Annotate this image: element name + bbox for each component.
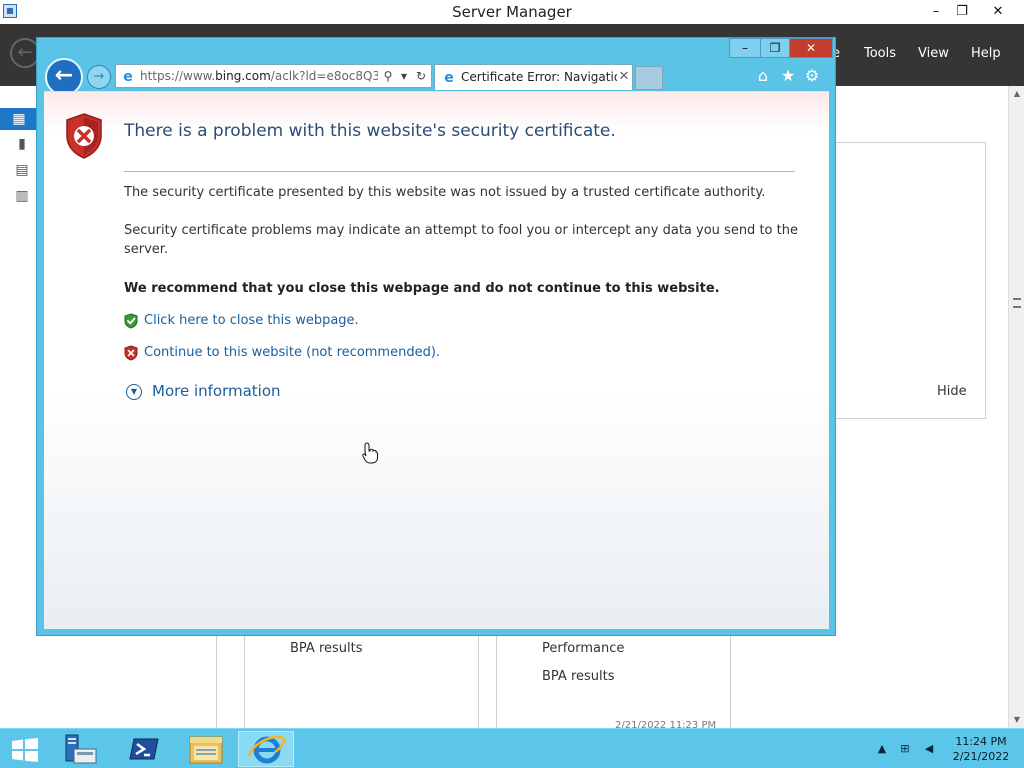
tab-certificate-error[interactable]: e Certificate Error: Navigation... ✕ bbox=[434, 64, 633, 90]
tab-label: Certificate Error: Navigation... bbox=[461, 70, 617, 84]
internet-explorer-icon bbox=[247, 735, 286, 764]
recommendation-text: We recommend that you close this webpage… bbox=[124, 281, 720, 296]
volume-muted-icon[interactable]: ◀ bbox=[921, 741, 937, 757]
system-clock[interactable]: 11:24 PM 2/21/2022 bbox=[952, 734, 1010, 764]
scroll-thumb[interactable] bbox=[1013, 298, 1021, 308]
ie-window: – ❐ ✕ ← → e https://www.bing.com/aclk?ld… bbox=[36, 37, 836, 636]
vertical-scrollbar[interactable]: ▲ ▼ bbox=[1008, 86, 1024, 728]
more-information-text[interactable]: More information bbox=[152, 382, 281, 400]
close-webpage-link[interactable]: Click here to close this webpage. bbox=[124, 312, 384, 332]
taskbar: ▲ ⊞ ◀ 11:24 PM 2/21/2022 bbox=[0, 728, 1024, 768]
explanation-text: The security certificate presented by th… bbox=[124, 185, 766, 200]
home-icon[interactable]: ⌂ bbox=[753, 66, 773, 86]
file-explorer-icon bbox=[189, 736, 223, 764]
warning-text: Security certificate problems may indica… bbox=[124, 223, 798, 257]
local-server-icon[interactable]: ▮ bbox=[12, 136, 32, 154]
address-dropdown-icon[interactable]: ▾ bbox=[396, 68, 412, 84]
file-explorer-taskbar-button[interactable] bbox=[178, 731, 234, 767]
site-favicon-icon: e bbox=[123, 69, 133, 85]
clock-date: 2/21/2022 bbox=[952, 750, 1010, 763]
server-manager-nav: ▦ ▮ ▤ ▥ bbox=[0, 86, 38, 728]
scroll-down-arrow[interactable]: ▼ bbox=[1009, 712, 1024, 728]
favorites-star-icon[interactable]: ★ bbox=[778, 66, 798, 86]
show-hidden-icons-icon[interactable]: ▲ bbox=[874, 741, 890, 757]
tab-favicon-icon: e bbox=[444, 70, 454, 86]
file-storage-icon[interactable]: ▥ bbox=[12, 188, 32, 206]
expand-chevron-icon: ▼ bbox=[126, 384, 142, 400]
tab-close-icon[interactable]: ✕ bbox=[617, 69, 631, 85]
refresh-icon[interactable]: ↻ bbox=[413, 68, 429, 84]
welcome-tile: Hide bbox=[834, 142, 986, 419]
windows-start-icon[interactable] bbox=[11, 738, 39, 762]
red-shield-x-icon bbox=[66, 113, 102, 159]
divider bbox=[216, 634, 217, 728]
green-shield-check-icon bbox=[124, 313, 138, 329]
server-manager-taskbar-button[interactable] bbox=[52, 731, 108, 767]
address-bar[interactable]: e https://www.bing.com/aclk?ld=e8oc8Q3H2… bbox=[115, 64, 432, 88]
server-tile-left: BPA results bbox=[244, 634, 479, 734]
url-text[interactable]: https://www.bing.com/aclk?ld=e8oc8Q3H2i. bbox=[140, 69, 378, 83]
server-manager-titlebar: Server Manager – ❐ ✕ bbox=[0, 0, 1024, 24]
tools-menu[interactable]: Tools bbox=[864, 46, 896, 61]
performance-link[interactable]: Performance bbox=[542, 641, 624, 656]
continue-website-link[interactable]: Continue to this website (not recommende… bbox=[124, 344, 454, 364]
dashboard-icon[interactable]: ▦ bbox=[0, 108, 38, 130]
red-shield-x-icon bbox=[124, 345, 138, 361]
ie-close-button[interactable]: ✕ bbox=[789, 38, 833, 58]
close-webpage-link-text[interactable]: Click here to close this webpage. bbox=[144, 313, 359, 328]
help-menu[interactable]: Help bbox=[971, 46, 1001, 61]
clock-time: 11:24 PM bbox=[955, 735, 1007, 748]
new-tab-button[interactable] bbox=[635, 66, 663, 90]
more-information-toggle[interactable]: ▼ More information bbox=[126, 382, 326, 404]
powershell-taskbar-button[interactable] bbox=[116, 731, 172, 767]
ie-minimize-button[interactable]: – bbox=[729, 38, 761, 58]
all-servers-icon[interactable]: ▤ bbox=[12, 162, 32, 180]
continue-website-link-text[interactable]: Continue to this website (not recommende… bbox=[144, 345, 440, 360]
powershell-icon bbox=[129, 738, 159, 760]
ie-forward-button[interactable]: → bbox=[87, 65, 111, 89]
hand-cursor-icon bbox=[362, 442, 378, 464]
close-button[interactable]: ✕ bbox=[982, 0, 1014, 22]
view-menu[interactable]: View bbox=[918, 46, 949, 61]
network-icon[interactable]: ⊞ bbox=[897, 741, 913, 757]
window-title: Server Manager bbox=[452, 3, 572, 21]
internet-explorer-taskbar-button[interactable] bbox=[238, 731, 294, 767]
server-manager-icon bbox=[65, 734, 97, 764]
certificate-error-page: There is a problem with this website's s… bbox=[44, 91, 829, 629]
scroll-up-arrow[interactable]: ▲ bbox=[1009, 86, 1024, 102]
server-tile-right: Performance BPA results 2/21/2022 11:23 … bbox=[496, 634, 731, 734]
search-icon[interactable]: ⚲ bbox=[380, 68, 396, 84]
maximize-button[interactable]: ❐ bbox=[946, 0, 978, 22]
page-title: There is a problem with this website's s… bbox=[124, 121, 616, 141]
tools-gear-icon[interactable]: ⚙ bbox=[802, 66, 822, 86]
divider bbox=[124, 171, 795, 172]
hide-link[interactable]: Hide bbox=[937, 384, 967, 399]
bpa-results-link[interactable]: BPA results bbox=[542, 669, 615, 684]
bpa-results-link[interactable]: BPA results bbox=[290, 641, 363, 656]
ie-maximize-button[interactable]: ❐ bbox=[760, 38, 790, 58]
